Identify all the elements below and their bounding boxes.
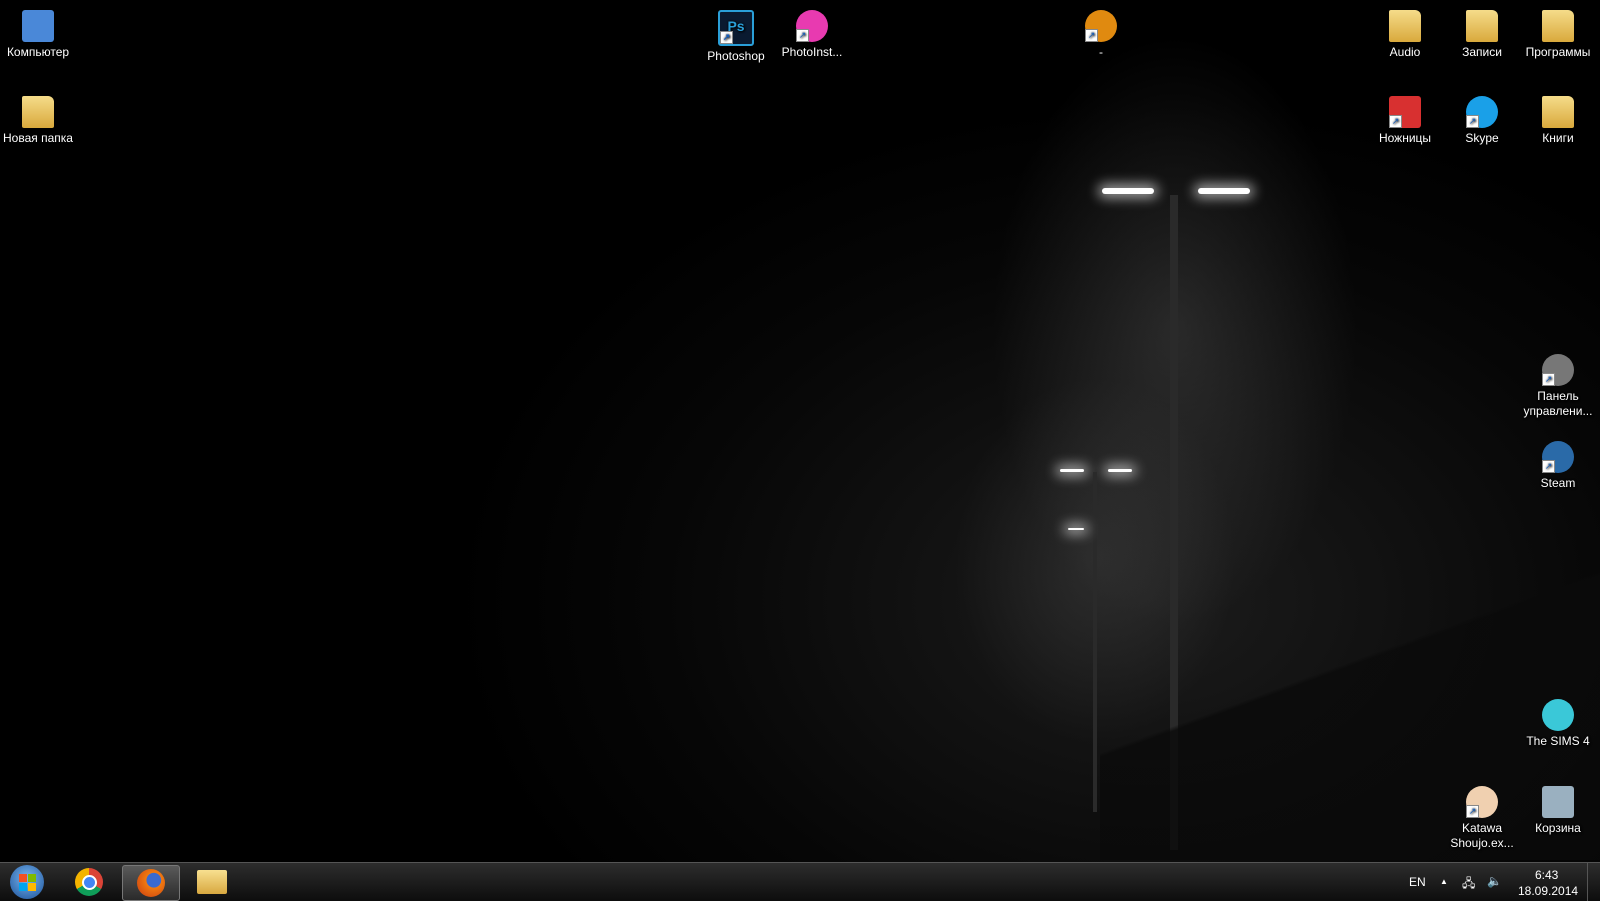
street-lamp [1198,188,1250,194]
desktop-icon-label: Audio [1389,45,1421,59]
desktop-icon-15[interactable]: ↗ Katawa Shoujo.ex... [1444,782,1520,851]
desktop-icon-label: Katawa Shoujo.ex... [1450,821,1514,850]
desktop-icon-14[interactable]: The SIMS 4 [1520,695,1596,749]
shortcut-arrow-icon: ↗ [1085,29,1098,42]
skype-icon: ↗ [1466,96,1498,128]
desktop-icon-label: Ножницы [1378,131,1432,145]
folder-icon [1466,10,1498,42]
app-icon [1542,699,1574,731]
desktop-icon-label: Photoshop [707,49,765,63]
desktop-icon-9[interactable]: ↗ Ножницы [1367,92,1443,146]
desktop-icon-16[interactable]: Корзина [1520,782,1596,836]
desktop-icon-8[interactable]: Программы [1520,6,1596,60]
clock-date[interactable]: 18.09.2014 [1518,884,1578,898]
desktop-icon-12[interactable]: ↗ Панель управлени... [1520,350,1596,419]
folder-icon [22,96,54,128]
street-lamp [1102,188,1154,194]
desktop-icon-label: - [1099,45,1103,59]
shortcut-arrow-icon: ↗ [1389,115,1402,128]
taskbar-explorer[interactable] [184,865,240,899]
desktop-icon-label: Программы [1525,45,1591,59]
taskbar: EN ▲ 🖧 🔈 6:43 18.09.2014 [0,862,1600,901]
bin-icon [1542,786,1574,818]
desktop-icon-5[interactable]: ↗ - [1063,6,1139,60]
ps-icon: Ps ↗ [718,10,754,46]
app-icon: ↗ [1085,10,1117,42]
shortcut-arrow-icon: ↗ [1466,115,1479,128]
street-lamp [1060,469,1084,472]
desktop-icon-label: Skype [1465,131,1499,145]
show-desktop-button[interactable] [1587,863,1600,901]
desktop-icon-10[interactable]: ↗ Skype [1444,92,1520,146]
shortcut-arrow-icon: ↗ [1542,460,1555,473]
shortcut-arrow-icon: ↗ [1542,373,1555,386]
start-button[interactable] [2,865,52,899]
volume-icon[interactable]: 🔈 [1487,874,1502,888]
desktop-icon-2[interactable]: Новая папка [0,92,76,146]
network-icon[interactable]: 🖧 [1462,874,1475,895]
desktop-icon-label: Новая папка [3,131,73,145]
app-icon: ↗ [1542,354,1574,386]
desktop-icon-13[interactable]: ↗ Steam [1520,437,1596,491]
desktop-icon-3[interactable]: Ps ↗ Photoshop [698,6,774,64]
taskbar-chrome[interactable] [61,865,117,899]
folder-icon [1389,10,1421,42]
desktop-icon-label: Панель управлени... [1523,389,1593,418]
app-icon: ↗ [1542,441,1574,473]
app-icon: ↗ [796,10,828,42]
language-indicator[interactable]: EN [1409,875,1426,889]
street-lamp [1108,469,1132,472]
desktop-icon-11[interactable]: Книги [1520,92,1596,146]
desktop-icon-label: PhotoInst... [781,45,843,59]
windows-logo-icon [10,865,44,899]
desktop-icon-label: Записи [1462,45,1502,59]
folder-icon [197,870,227,894]
desktop-icon-label: Книги [1542,131,1574,145]
desktop-icon-7[interactable]: Записи [1444,6,1520,60]
show-hidden-icons-arrow[interactable]: ▲ [1440,877,1448,886]
clock-time[interactable]: 6:43 [1535,868,1558,882]
street-lamp [1068,528,1084,530]
scissors-icon: ↗ [1389,96,1421,128]
desktop-icon-4[interactable]: ↗ PhotoInst... [774,6,850,60]
taskbar-firefox[interactable] [122,865,180,901]
desktop-icon-1[interactable]: Компьютер [0,6,76,60]
firefox-icon [137,869,165,897]
shortcut-arrow-icon: ↗ [796,29,809,42]
chrome-icon [75,868,103,896]
desktop-icon-label: Корзина [1535,821,1581,835]
desktop-icon-label: Компьютер [6,45,70,59]
computer-icon [22,10,54,42]
desktop-icon-label: The SIMS 4 [1526,734,1590,748]
app-icon: ↗ [1466,786,1498,818]
lamp-pole [1093,472,1097,812]
folder-icon [1542,96,1574,128]
folder-icon [1542,10,1574,42]
desktop-wallpaper [0,0,1600,862]
desktop-icon-6[interactable]: Audio [1367,6,1443,60]
desktop-icon-label: Steam [1540,476,1576,490]
shortcut-arrow-icon: ↗ [1466,805,1479,818]
shortcut-arrow-icon: ↗ [720,31,733,44]
